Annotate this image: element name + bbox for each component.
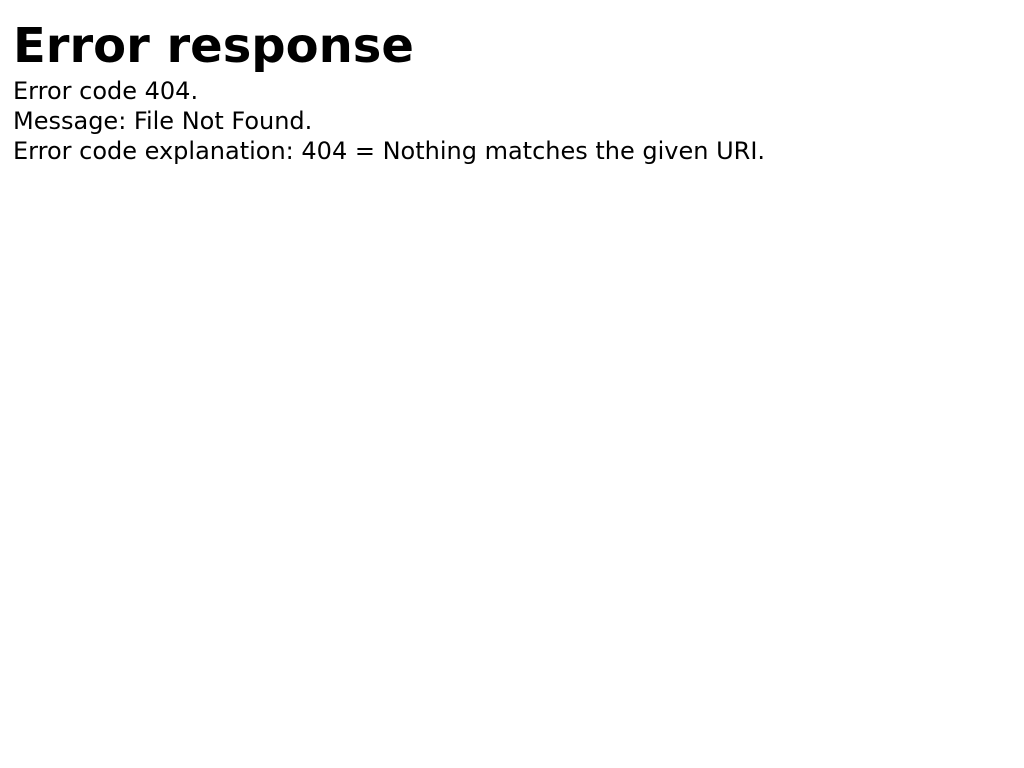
error-message-text: Message: File Not Found. (13, 107, 313, 135)
error-explanation-text: Error code explanation: 404 = Nothing ma… (13, 137, 766, 165)
error-page: Error response Error code 404. Message: … (0, 0, 1024, 768)
error-code-text: Error code 404. (13, 77, 199, 105)
page-title: Error response (13, 18, 414, 74)
